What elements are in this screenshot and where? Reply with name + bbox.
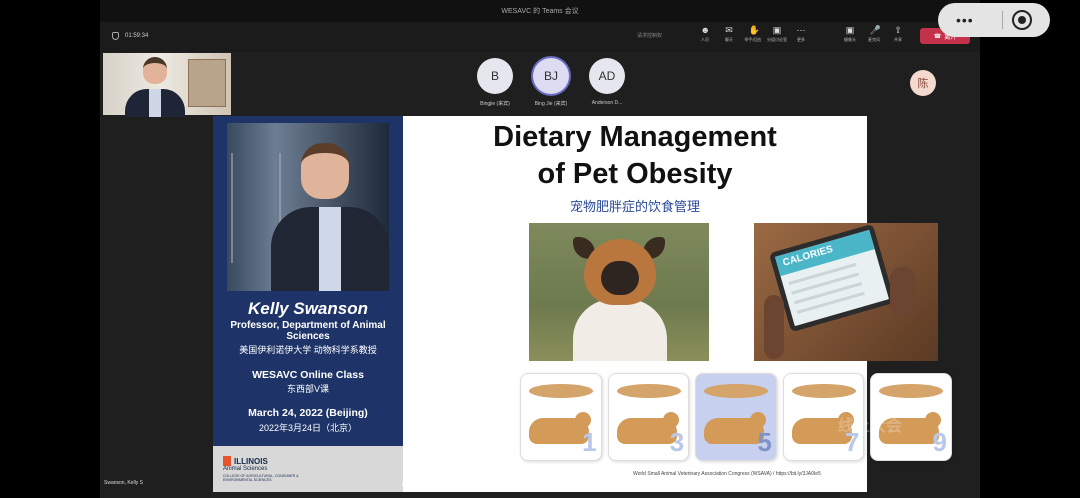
speaker-name-tag: Swanson, Kelly S	[104, 480, 143, 486]
speaker-video	[103, 53, 231, 117]
cat-bcs-card: 3	[607, 373, 690, 461]
slide-title-line1: Dietary Management	[493, 121, 777, 153]
slide-title-line2: of Pet Obesity	[537, 158, 733, 190]
mic-button[interactable]: 🎤 麦克风	[862, 26, 886, 43]
bcs-number: 1	[582, 427, 597, 457]
share-button[interactable]: ⇧ 共享	[886, 26, 910, 43]
participant-tile[interactable]: BJ Bing Jie (来宾)	[531, 58, 571, 107]
participant-avatars: B Bingjie (来宾) BJ Bing Jie (来宾) AD Ander…	[475, 58, 627, 107]
bcs-number: 5	[757, 427, 772, 457]
speaker-figure	[123, 55, 185, 117]
reactions-button[interactable]: ✋ 举手/回应	[741, 26, 765, 43]
request-control-text[interactable]: 请求控制权	[637, 32, 662, 39]
cat-bcs-card: 5	[695, 373, 777, 461]
participant-tile[interactable]: AD Anderson D...	[587, 58, 627, 107]
reactions-label: 举手/回应	[744, 37, 762, 42]
class-name-cn: 东西部V课	[286, 384, 329, 394]
camera-icon: ▣	[845, 25, 855, 35]
phone-icon: ☎	[933, 33, 942, 40]
chat-button[interactable]: ✉ 聊天	[717, 26, 741, 43]
more-button[interactable]: ⋯ 更多	[789, 26, 813, 43]
camera-label: 摄像头	[844, 37, 856, 42]
slide-title: Dietary Management of Pet Obesity	[403, 119, 867, 193]
more-icon: ⋯	[796, 25, 806, 35]
bcs-number: 9	[932, 427, 947, 457]
device-tools: ▣ 摄像头 🎤 麦克风 ⇧ 共享	[838, 26, 910, 43]
avatar: AD	[589, 58, 625, 94]
class-date-cn: 2022年3月24日（北京）	[258, 423, 358, 433]
share-icon: ⇧	[894, 25, 902, 35]
slide-title-cn: 宠物肥胖症的饮食管理	[569, 199, 700, 214]
rooms-icon: ▣	[772, 25, 782, 35]
avatar: BJ	[533, 58, 569, 94]
illinois-dept: Animal Sciences	[223, 466, 268, 472]
participant-name: Bingjie (来宾)	[480, 101, 510, 107]
illinois-i-icon	[223, 456, 231, 466]
presenter-title: Professor, Department of Animal Sciences	[230, 320, 386, 342]
boxer-dog-image	[529, 223, 709, 361]
timer-text: 01:59:34	[125, 33, 149, 39]
rooms-label: 分组讨论室	[767, 37, 787, 42]
event-watermark: 线上大会	[838, 418, 903, 435]
chat-icon: ✉	[725, 25, 733, 35]
bcs-number: 3	[669, 427, 685, 457]
participant-name: Bing Jie (来宾)	[534, 101, 568, 107]
class-date: March 24, 2022 (Beijing)	[248, 407, 368, 419]
bookshelf	[188, 59, 226, 107]
class-name: WESAVC Online Class	[252, 369, 364, 381]
more-dots-icon[interactable]: •••	[956, 12, 974, 28]
participant-tile[interactable]: B Bingjie (来宾)	[475, 58, 515, 107]
presenter-panel: Kelly Swanson Professor, Department of A…	[213, 116, 403, 446]
share-label: 共享	[894, 37, 902, 42]
shared-slide: Kelly Swanson Professor, Department of A…	[213, 116, 952, 492]
slide-citation: World Small Animal Veterinary Associatio…	[633, 471, 821, 477]
mini-program-capsule: •••	[938, 3, 1050, 37]
presenter-name: Kelly Swanson	[248, 299, 368, 318]
shield-icon	[112, 32, 119, 40]
calories-tablet-image: CALORIES	[754, 223, 938, 361]
close-target-icon[interactable]	[1012, 10, 1032, 30]
illinois-logo-block: ILLINOIS Animal Sciences COLLEGE OF AGRI…	[213, 446, 403, 492]
avatar-right[interactable]: 陈	[910, 70, 936, 96]
window-title: WESAVC 的 Teams 会议	[501, 8, 579, 15]
illinois-logo-text: ILLINOIS	[234, 456, 268, 466]
illinois-college: COLLEGE OF AGRICULTURAL, CONSUMER & ENVI…	[223, 474, 299, 482]
tablet-header: CALORIES	[774, 229, 875, 277]
rooms-button[interactable]: ▣ 分组讨论室	[765, 26, 789, 43]
cat-bcs-card: 1	[520, 373, 602, 461]
reactions-icon: ✋	[748, 25, 760, 35]
mic-label: 麦克风	[868, 37, 880, 42]
chat-label: 聊天	[725, 37, 733, 42]
camera-button[interactable]: ▣ 摄像头	[838, 26, 862, 43]
people-label: 人员	[701, 37, 709, 42]
presenter-title-cn: 美国伊利诺伊大学 动物科学系教授	[239, 345, 377, 355]
tablet: CALORIES	[768, 223, 896, 333]
avatar: B	[477, 58, 513, 94]
participant-name: Anderson D...	[591, 100, 623, 106]
more-label: 更多	[797, 37, 805, 42]
meeting-tools: ☻ 人员 ✉ 聊天 ✋ 举手/回应 ▣ 分组讨论室 ⋯ 更多	[693, 26, 813, 43]
meeting-timer: 01:59:34	[112, 32, 148, 40]
people-icon: ☻	[700, 25, 710, 35]
meeting-toolbar: 01:59:34 请求控制权 ☻ 人员 ✉ 聊天 ✋ 举手/回应 ▣ 分组讨论室 ⋯ 更多…	[100, 22, 980, 52]
presenter-photo	[227, 123, 389, 291]
home-indicator-bar[interactable]	[402, 482, 679, 487]
window-titlebar: WESAVC 的 Teams 会议	[100, 0, 980, 22]
mic-icon: 🎤	[869, 25, 881, 35]
people-button[interactable]: ☻ 人员	[693, 26, 717, 43]
